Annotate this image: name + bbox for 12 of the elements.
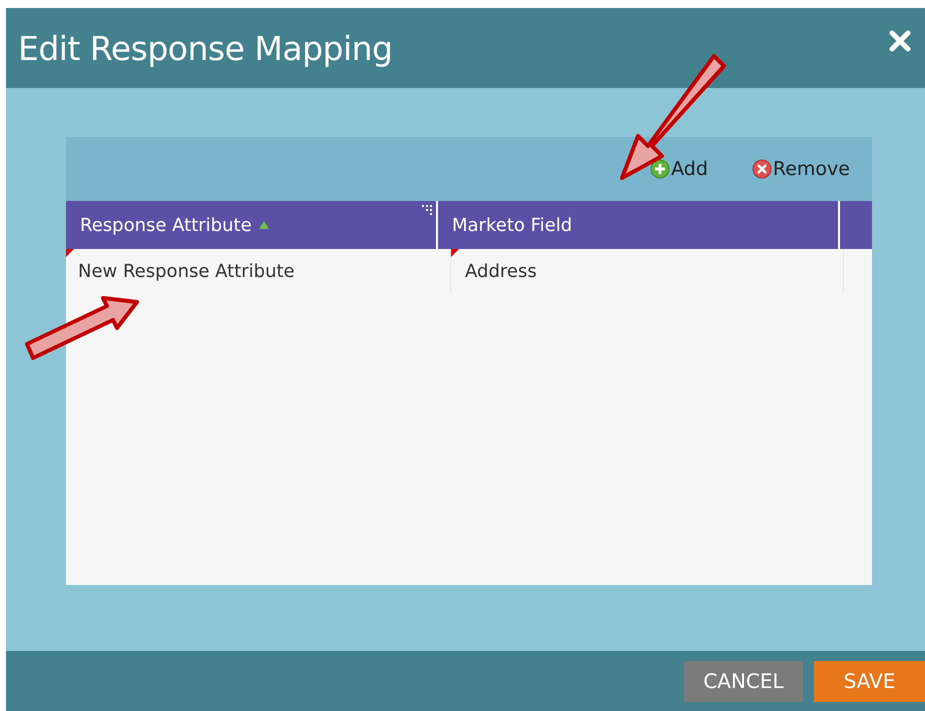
column-header[interactable]: Response Attribute — [66, 201, 438, 249]
close-icon[interactable] — [889, 30, 911, 52]
table-cell[interactable]: Address — [451, 249, 844, 293]
dialog-title: Edit Response Mapping — [18, 28, 392, 68]
column-header[interactable]: Marketo Field — [438, 201, 840, 249]
resize-grip-icon[interactable] — [422, 205, 434, 215]
add-icon — [650, 159, 670, 179]
remove-button[interactable]: Remove — [752, 158, 850, 180]
sort-icon[interactable] — [258, 220, 270, 230]
cancel-button[interactable]: CANCEL — [684, 660, 803, 702]
table-cell[interactable]: New Response Attribute — [66, 249, 452, 293]
remove-icon — [752, 159, 772, 179]
